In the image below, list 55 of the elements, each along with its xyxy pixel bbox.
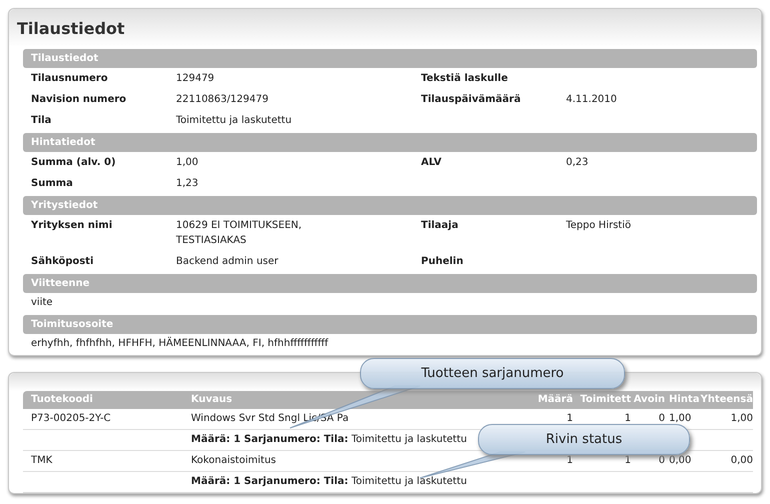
- table-cell-text: Kokonaistoimitus: [191, 454, 276, 468]
- table-cell-text: 0: [658, 454, 665, 468]
- field-label: Puhelin: [421, 255, 464, 269]
- section-header: Yritystiedot: [23, 196, 757, 215]
- table-cell-text: 1: [566, 454, 573, 468]
- table-cell-text: 1: [624, 412, 631, 426]
- section-text: erhyfhh, fhfhfhh, HFHFH, HÄMEENLINNAAA, FI, hfhhfffffffffff: [31, 338, 328, 349]
- column-header: Tuotekoodi: [30, 393, 94, 407]
- field-label: Tilauspäivämäärä: [421, 93, 522, 107]
- column-header: Yhteensä: [699, 393, 753, 407]
- field-label: Tilausnumero: [31, 72, 109, 86]
- field-value: Toimitettu ja laskutettu: [176, 114, 292, 128]
- table-cell-text: 1: [566, 412, 573, 426]
- field-label: Tekstiä laskulle: [421, 72, 509, 86]
- field-value: 10629 EI TOIMITUKSEEN, TESTIASIAKAS: [176, 219, 303, 248]
- table-cell-text: Windows Svr Std Sngl Lic/SA Pa: [191, 412, 349, 426]
- table-cell-text: 1,00: [730, 412, 753, 426]
- column-header: Kuvaus: [191, 393, 232, 407]
- line-detail: Määrä: 1 Sarjanumero: Tila: Toimitettu ja laskutettu: [191, 433, 467, 447]
- column-header: Hinta: [668, 393, 697, 407]
- field-label: Summa: [31, 177, 74, 191]
- field-label: Yrityksen nimi: [31, 219, 114, 233]
- field-value: 4.11.2010: [566, 93, 617, 107]
- section-header: Viitteenne: [23, 274, 757, 293]
- page-title: Tilaustiedot: [17, 18, 125, 38]
- field-value: 129479: [176, 72, 214, 86]
- field-value: 1,00: [176, 156, 198, 170]
- field-value: 22110863/129479: [176, 93, 268, 107]
- field-label: Summa (alv. 0): [31, 156, 117, 170]
- table-cell-text: 0,00: [668, 454, 692, 468]
- field-label: Navision numero: [31, 93, 128, 107]
- table-cell-text: 1: [624, 454, 631, 468]
- field-value: Backend admin user: [176, 255, 278, 269]
- table-cell-text: P73-00205-2Y-C: [30, 412, 112, 426]
- table-cell-text: 0,00: [730, 454, 753, 468]
- table-cell-text: 1,00: [668, 412, 692, 426]
- section-header: Toimitusosoite: [23, 315, 757, 334]
- field-label: Tila: [31, 114, 52, 128]
- column-header: Määrä: [536, 393, 573, 407]
- field-value: 1,23: [176, 177, 198, 191]
- field-label: Sähköposti: [31, 255, 95, 269]
- table-cell-text: 0: [658, 412, 665, 426]
- field-value: 0,23: [566, 156, 588, 170]
- field-value: Teppo Hirstiö: [566, 219, 631, 233]
- column-header: Toimitett: [579, 393, 631, 407]
- column-header: Avoin: [632, 393, 665, 407]
- line-detail: Määrä: 1 Sarjanumero: Tila: Toimitettu ja laskutettu: [191, 475, 467, 489]
- callout-bubble: Tuotteen sarjanumero: [360, 358, 625, 389]
- field-label: ALV: [421, 156, 442, 170]
- section-header: Tilaustiedot: [23, 49, 757, 68]
- field-label: Tilaaja: [421, 219, 460, 233]
- section-header: Hintatiedot: [23, 133, 757, 152]
- section-text: viite: [31, 297, 53, 308]
- table-cell-text: TMK: [30, 454, 54, 468]
- callout-bubble: Rivin status: [478, 424, 690, 455]
